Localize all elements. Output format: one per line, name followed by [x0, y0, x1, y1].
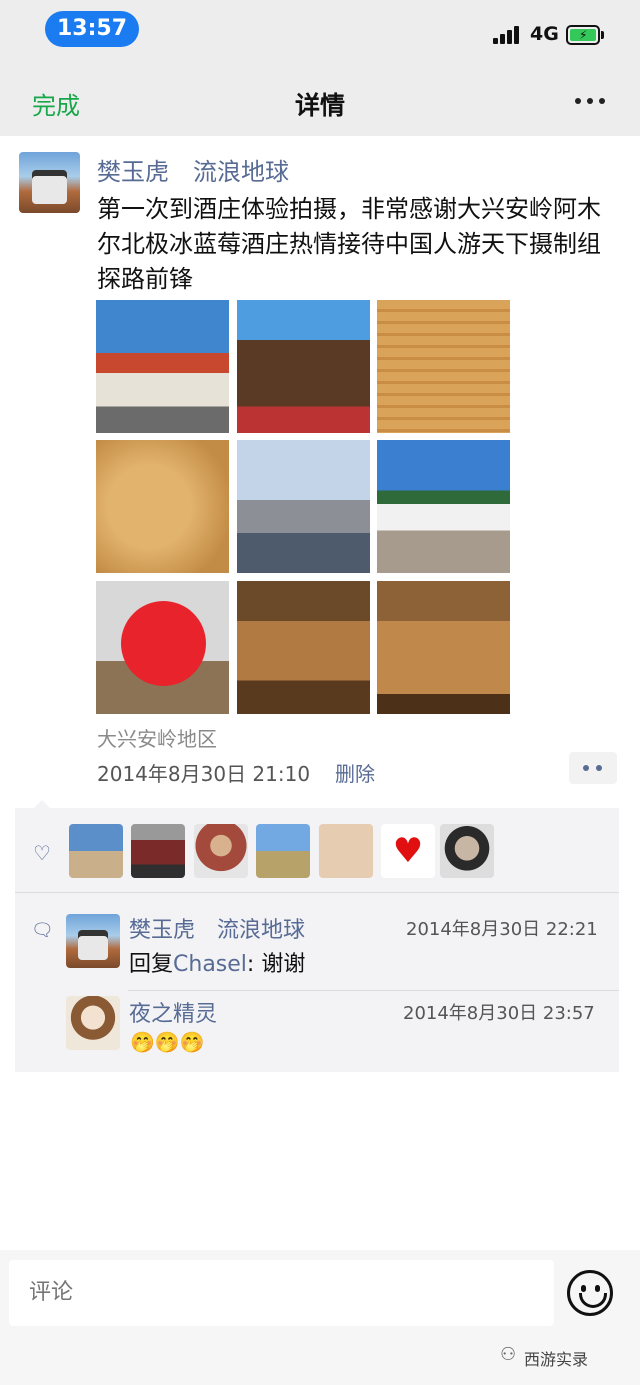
comment-body: : 谢谢 [246, 952, 306, 977]
post-photo[interactable] [237, 300, 370, 433]
comment-date: 2014年8月30日 22:21 [406, 919, 598, 940]
post-time: 2014年8月30日 21:10 [97, 762, 311, 786]
post-photo[interactable] [237, 581, 370, 714]
more-options-icon[interactable] [573, 98, 607, 106]
post-photo[interactable] [96, 581, 229, 714]
reply-to-user[interactable]: Chasel [173, 952, 247, 977]
network-type: 4G [530, 23, 559, 45]
interaction-panel: ♡ ♥ 🗨 樊玉虎 流浪地球 2014年8月30日 22:21 回复Chasel… [15, 808, 619, 1072]
page-title: 详情 [294, 91, 345, 120]
signal-icon [493, 26, 523, 44]
comment-divider [128, 990, 619, 991]
comment-input[interactable] [9, 1260, 554, 1326]
battery-icon: ⚡ [566, 25, 600, 45]
nav-bar: 完成 详情 [0, 60, 640, 136]
like-avatar[interactable] [256, 824, 310, 878]
emoji-icon[interactable] [567, 1270, 613, 1316]
comment-author[interactable]: 夜之精灵 [129, 996, 217, 1028]
divider [15, 892, 619, 893]
comment-emoji-text[interactable]: 🤭🤭🤭 [130, 1030, 205, 1054]
heart-outline-icon: ♡ [33, 841, 51, 865]
post-photo[interactable] [377, 581, 510, 714]
post-photo[interactable] [377, 440, 510, 573]
post-photo[interactable] [96, 300, 229, 433]
like-avatar[interactable] [440, 824, 494, 878]
like-avatar[interactable] [194, 824, 248, 878]
reply-prefix: 回复 [129, 952, 174, 977]
comment-bar: ⚇ 西游实录 [0, 1250, 640, 1385]
comment-avatar[interactable] [66, 914, 120, 968]
like-avatar[interactable] [131, 824, 185, 878]
like-avatar-heart-icon[interactable]: ♥ [381, 824, 435, 878]
post-photo[interactable] [377, 300, 510, 433]
wechat-icon: ⚇ [500, 1344, 517, 1365]
post-author-name[interactable]: 樊玉虎 流浪地球 [97, 152, 289, 187]
watermark: 西游实录 [524, 1350, 589, 1369]
author-avatar[interactable] [19, 152, 80, 213]
post-text: 第一次到酒庄体验拍摄，非常感谢大兴安岭阿木尔北极冰蓝莓酒庄热情接待中国人游天下摄… [97, 195, 601, 293]
status-bar: 13:57 4G ⚡ [0, 0, 640, 60]
battery-tip [601, 31, 604, 39]
comment-author[interactable]: 樊玉虎 流浪地球 [129, 912, 305, 944]
post-location[interactable]: 大兴安岭地区 [97, 723, 217, 752]
delete-button[interactable]: 删除 [335, 758, 375, 787]
post-photo[interactable] [96, 440, 229, 573]
comment-date: 2014年8月30日 23:57 [403, 1003, 595, 1024]
like-avatar[interactable] [319, 824, 373, 878]
comment-avatar[interactable] [66, 996, 120, 1050]
post-action-button[interactable] [569, 752, 617, 784]
like-avatar[interactable] [69, 824, 123, 878]
comment-text[interactable]: 回复Chasel: 谢谢 [129, 946, 305, 978]
status-time[interactable]: 13:57 [45, 11, 139, 47]
post-photo[interactable] [237, 440, 370, 573]
comment-icon: 🗨 [31, 920, 54, 941]
